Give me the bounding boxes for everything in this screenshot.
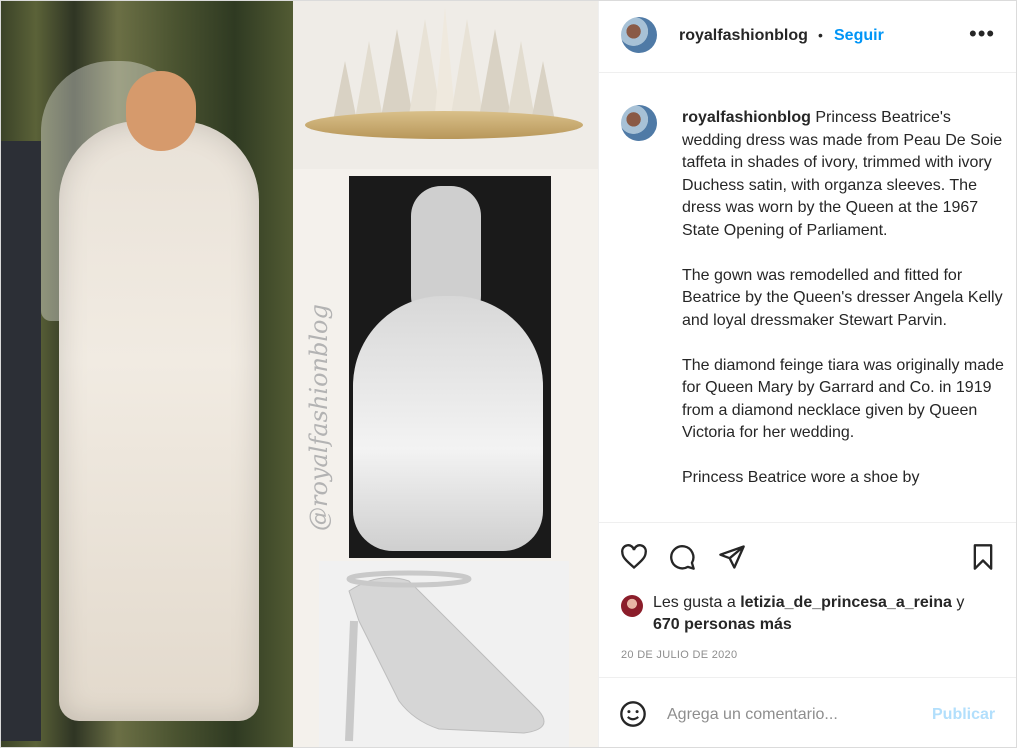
separator-dot: •: [818, 27, 823, 43]
likes-prefix: Les gusta a: [653, 594, 736, 611]
username-link[interactable]: royalfashionblog: [679, 27, 808, 45]
caption-avatar[interactable]: [621, 105, 657, 141]
watermark-text: @royalfashionblog: [305, 304, 333, 531]
liker-username[interactable]: letizia_de_princesa_a_reina: [740, 594, 952, 611]
caption-text: royalfashionblog Princess Beatrice's wed…: [682, 107, 1004, 512]
post-side-panel: royalfashionblog • Seguir ••• royalfashi…: [598, 1, 1016, 747]
bride-dress: [59, 121, 259, 721]
publish-button[interactable]: Publicar: [932, 706, 995, 724]
bride-photo: [1, 1, 293, 747]
avatar[interactable]: [621, 17, 657, 53]
instagram-post: @royalfashionblog royalfashionblog • Seg…: [0, 0, 1017, 748]
follow-button[interactable]: Seguir: [834, 27, 884, 45]
tiara-photo: [293, 1, 598, 169]
queen-gown: [353, 296, 543, 551]
liker-avatar[interactable]: [621, 595, 643, 617]
heart-icon[interactable]: [619, 543, 649, 571]
post-actions: Les gusta a letizia_de_princesa_a_reina …: [599, 522, 1016, 749]
post-date[interactable]: 20 DE JULIO DE 2020: [621, 649, 737, 661]
post-image-collage[interactable]: @royalfashionblog: [1, 1, 598, 747]
caption-username[interactable]: royalfashionblog: [682, 109, 811, 126]
more-options-icon[interactable]: •••: [969, 21, 995, 47]
likes-and: y: [956, 594, 965, 611]
queen-photo: [349, 176, 551, 558]
caption-paragraph: Princess Beatrice wore a shoe by: [682, 469, 920, 486]
groom-figure: [1, 141, 41, 741]
shoe-photo: [319, 561, 569, 747]
caption-paragraph: The diamond feinge tiara was originally …: [682, 356, 1004, 442]
comment-bar: Agrega un comentario... Publicar: [599, 677, 1016, 750]
comment-input[interactable]: Agrega un comentario...: [667, 706, 838, 724]
likes-count[interactable]: 670 personas más: [653, 616, 792, 634]
share-icon[interactable]: [717, 543, 747, 571]
caption-section: royalfashionblog Princess Beatrice's wed…: [599, 73, 1016, 521]
shoe-illustration: [345, 570, 545, 742]
caption-paragraph: Princess Beatrice's wedding dress was ma…: [682, 109, 1003, 239]
likes-text: Les gusta a letizia_de_princesa_a_reina …: [653, 594, 964, 612]
emoji-icon[interactable]: [619, 700, 647, 728]
bride-head: [126, 71, 196, 151]
bookmark-icon[interactable]: [969, 543, 997, 571]
post-header: royalfashionblog • Seguir •••: [599, 1, 1016, 73]
tiara-base: [305, 111, 583, 139]
caption-paragraph: The gown was remodelled and fitted for B…: [682, 266, 1003, 329]
tiara-spikes: [333, 7, 555, 121]
comment-icon[interactable]: [667, 543, 697, 571]
